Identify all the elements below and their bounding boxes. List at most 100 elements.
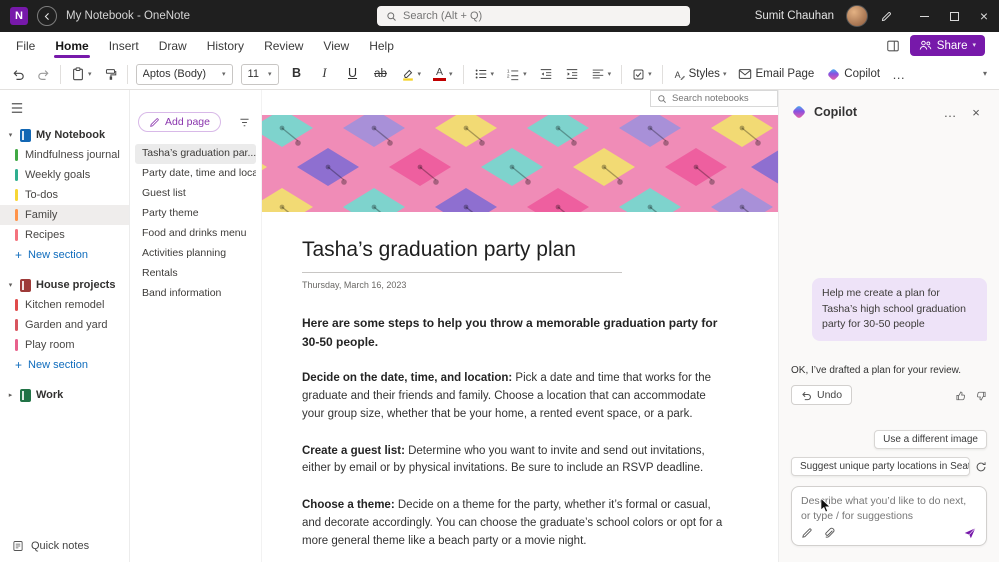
add-page-button[interactable]: Add page xyxy=(138,112,221,132)
highlighter-button[interactable]: ▾ xyxy=(399,65,424,83)
page-canvas[interactable]: Tasha’s graduation party plan Thursday, … xyxy=(262,90,778,562)
notebook-my-notebook[interactable]: ▾ My Notebook xyxy=(0,125,129,145)
ribbon-collapse-icon[interactable]: ▾ xyxy=(981,68,989,80)
back-button[interactable] xyxy=(37,6,57,26)
section-play-room[interactable]: Play room xyxy=(0,335,129,355)
menu-review[interactable]: Review xyxy=(254,34,313,58)
thumbs-up-icon[interactable] xyxy=(955,388,967,403)
page-title[interactable]: Tasha’s graduation party plan xyxy=(302,238,738,262)
quick-notes-button[interactable]: Quick notes xyxy=(12,540,89,552)
section-weekly-goals[interactable]: Weekly goals xyxy=(0,165,129,185)
underline-button[interactable]: U xyxy=(343,65,363,83)
more-options-button[interactable]: … xyxy=(890,65,907,84)
strikethrough-button[interactable]: ab xyxy=(371,66,391,83)
thumbs-down-icon[interactable] xyxy=(975,388,987,403)
styles-icon: A xyxy=(673,68,686,81)
chevron-down-icon: ▾ xyxy=(449,71,453,78)
copilot-more-icon[interactable]: … xyxy=(939,102,961,122)
divider xyxy=(621,65,622,84)
send-icon[interactable] xyxy=(963,525,977,540)
notebook-search-input[interactable] xyxy=(672,93,771,104)
paste-button[interactable]: ▾ xyxy=(69,65,94,83)
section-mindfulness-journal[interactable]: Mindfulness journal xyxy=(0,145,129,165)
font-color-button[interactable]: A ▾ xyxy=(431,65,455,84)
close-icon: × xyxy=(980,9,988,23)
hamburger-menu-icon[interactable] xyxy=(10,100,24,115)
share-button[interactable]: Share ▾ xyxy=(910,35,985,56)
menu-help[interactable]: Help xyxy=(359,34,404,58)
pen-icon[interactable] xyxy=(801,525,813,540)
minimize-button[interactable] xyxy=(909,0,939,32)
clipboard-icon xyxy=(71,67,85,81)
redo-button[interactable] xyxy=(35,66,52,83)
new-section-button[interactable]: + New section xyxy=(0,355,129,375)
paragraph[interactable]: Decide on the date, time, and location: … xyxy=(302,370,730,423)
copilot-input-box[interactable] xyxy=(791,486,987,546)
document-body[interactable]: Tasha’s graduation party plan Thursday, … xyxy=(262,238,778,562)
numbering-button[interactable]: 12 ▾ xyxy=(504,65,529,83)
styles-button[interactable]: A Styles ▾ xyxy=(671,66,729,83)
suggestion-chip[interactable]: Suggest unique party locations in Seattl… xyxy=(791,457,970,476)
outdent-button[interactable] xyxy=(537,65,555,83)
indent-button[interactable] xyxy=(563,65,581,83)
page-item[interactable]: Band information xyxy=(135,284,256,304)
page-item[interactable]: Rentals xyxy=(135,264,256,284)
attach-icon[interactable] xyxy=(823,525,835,540)
intro-paragraph[interactable]: Here are some steps to help you throw a … xyxy=(302,314,727,351)
use-different-image-button[interactable]: Use a different image xyxy=(874,430,987,449)
align-button[interactable]: ▾ xyxy=(589,65,614,83)
page-item[interactable]: Activities planning xyxy=(135,244,256,264)
bullets-button[interactable]: ▾ xyxy=(472,65,497,83)
page-item[interactable]: Tasha’s graduation par... xyxy=(135,144,256,164)
new-section-button[interactable]: + New section xyxy=(0,245,129,265)
menu-bar: File Home Insert Draw History Review Vie… xyxy=(0,32,999,59)
refresh-icon[interactable] xyxy=(975,459,987,474)
italic-button[interactable]: I xyxy=(315,65,335,83)
format-painter-button[interactable] xyxy=(102,66,119,83)
undo-button[interactable]: Undo xyxy=(791,385,852,405)
section-recipes[interactable]: Recipes xyxy=(0,225,129,245)
bullets-icon xyxy=(474,67,488,81)
menu-insert[interactable]: Insert xyxy=(99,34,149,58)
copilot-input[interactable] xyxy=(801,494,977,525)
notebook-work[interactable]: ▸ Work xyxy=(0,385,129,405)
chevron-down-icon: ▾ xyxy=(523,71,527,78)
side-pane-icon[interactable] xyxy=(886,38,900,53)
section-family[interactable]: Family xyxy=(0,205,129,225)
global-search-box[interactable] xyxy=(377,6,690,26)
global-search-input[interactable] xyxy=(403,10,681,22)
section-kitchen-remodel[interactable]: Kitchen remodel xyxy=(0,295,129,315)
pen-icon[interactable] xyxy=(880,9,893,24)
menu-file[interactable]: File xyxy=(6,34,45,58)
page-item[interactable]: Party date, time and locat... xyxy=(135,164,256,184)
notebook-house-projects[interactable]: ▾ House projects xyxy=(0,275,129,295)
paragraph[interactable]: Choose a theme: Decide on a theme for th… xyxy=(302,497,730,550)
highlighter-icon xyxy=(401,67,415,81)
menu-history[interactable]: History xyxy=(197,34,254,58)
page-item[interactable]: Food and drinks menu xyxy=(135,224,256,244)
copilot-close-icon[interactable]: × xyxy=(965,102,987,122)
bold-button[interactable]: B xyxy=(287,65,307,83)
copilot-button[interactable]: Copilot xyxy=(824,65,882,84)
undo-button[interactable] xyxy=(10,66,27,83)
menu-home[interactable]: Home xyxy=(45,34,98,58)
menu-draw[interactable]: Draw xyxy=(149,34,197,58)
section-garden-and-yard[interactable]: Garden and yard xyxy=(0,315,129,335)
user-name: Sumit Chauhan xyxy=(755,10,834,22)
sort-icon[interactable] xyxy=(238,115,251,130)
main-area: ▾ My Notebook Mindfulness journal Weekly… xyxy=(0,90,999,562)
email-page-button[interactable]: Email Page xyxy=(736,65,816,83)
section-to-dos[interactable]: To-dos xyxy=(0,185,129,205)
avatar[interactable] xyxy=(846,5,868,27)
font-name-select[interactable]: Aptos (Body) ▾ xyxy=(136,64,233,85)
maximize-button[interactable] xyxy=(939,0,969,32)
font-size-select[interactable]: 11 ▾ xyxy=(241,64,279,85)
page-item[interactable]: Guest list xyxy=(135,184,256,204)
page-item[interactable]: Party theme xyxy=(135,204,256,224)
divider xyxy=(662,65,663,84)
close-button[interactable]: × xyxy=(969,0,999,32)
paragraph[interactable]: Create a guest list: Determine who you w… xyxy=(302,443,730,479)
menu-view[interactable]: View xyxy=(313,34,359,58)
notebook-search-box[interactable] xyxy=(650,90,778,107)
todo-tag-button[interactable]: ▾ xyxy=(630,66,654,83)
